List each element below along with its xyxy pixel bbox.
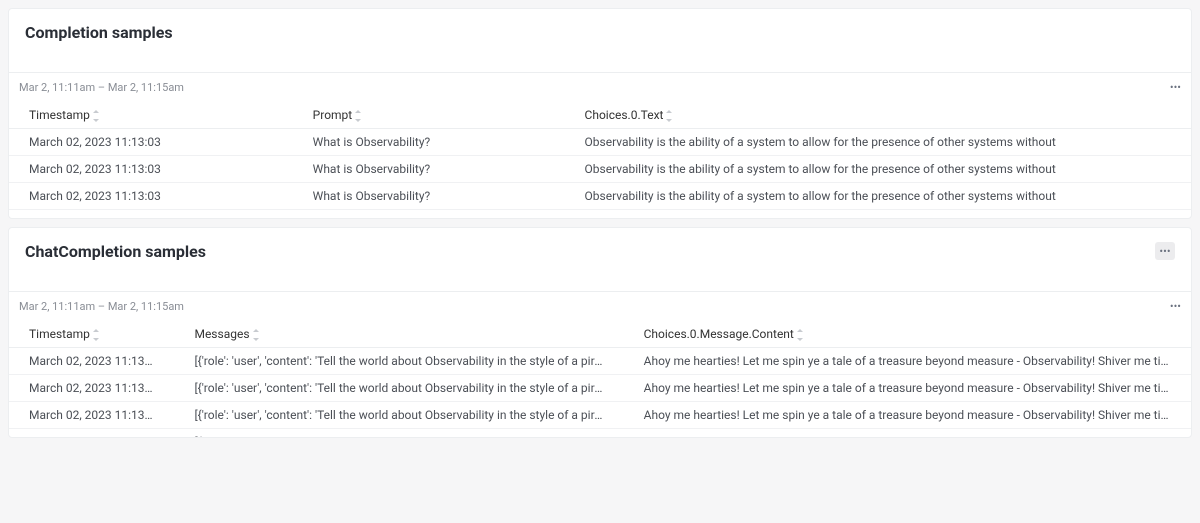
cell-messages: [{'role': 'user', 'content': 'Tell the w…	[174, 348, 623, 375]
table-row[interactable]: March 02, 2023 11:13:06 [{'role': 'user'…	[9, 375, 1191, 402]
completion-panel: Completion samples Mar 2, 11:11am – Mar …	[8, 8, 1192, 219]
chat-table-header-row: Timestamp Messages Choices.0.Message.Con…	[9, 321, 1191, 348]
cell-timestamp: March 02, 2023 11:13:03	[9, 129, 293, 156]
cell-timestamp: March 02, 2023 11:13:06	[9, 429, 174, 438]
chat-timerange: Mar 2, 11:11am – Mar 2, 11:15am	[19, 300, 184, 313]
sort-icon	[796, 330, 804, 340]
table-row[interactable]: March 02, 2023 11:13:03 What is Observab…	[9, 156, 1191, 183]
chat-col-choices-content-label: Choices.0.Message.Content	[644, 327, 794, 341]
cell-choices-content: Ahoy me hearties! Let me spin ye a tale …	[624, 402, 1191, 429]
cell-timestamp: March 02, 2023 11:13:06	[9, 402, 174, 429]
cell-choices-content: Ahoy me hearties! Let me spin ye a tale …	[624, 429, 1191, 438]
chat-panel-title: ChatCompletion samples	[25, 242, 206, 261]
cell-choices-text: Observability is the ability of a system…	[565, 129, 1191, 156]
completion-table-header-row: Timestamp Prompt Choices.0.Text	[9, 102, 1191, 129]
chat-table-wrap: Timestamp Messages Choices.0.Message.Con…	[9, 321, 1191, 437]
chat-panel-more-icon[interactable]: •••	[1155, 242, 1175, 260]
sort-icon	[252, 330, 260, 340]
chat-col-choices-content[interactable]: Choices.0.Message.Content	[624, 321, 1191, 348]
chat-panel-subheader: Mar 2, 11:11am – Mar 2, 11:15am •••	[9, 291, 1191, 321]
sort-icon	[92, 330, 100, 340]
cell-prompt: What is Observability?	[293, 183, 565, 210]
completion-table: Timestamp Prompt Choices.0.Text March 02…	[9, 102, 1191, 218]
cell-timestamp: March 02, 2023 11:13:06	[9, 375, 174, 402]
table-row[interactable]: March 02, 2023 11:13:06 [{'role': 'user'…	[9, 429, 1191, 438]
completion-panel-title: Completion samples	[25, 23, 173, 42]
chat-subheader-more-icon[interactable]: •••	[1170, 300, 1181, 313]
completion-col-prompt-label: Prompt	[313, 108, 353, 122]
chat-panel-header: ChatCompletion samples •••	[9, 228, 1191, 291]
cell-prompt: What is Observability?	[293, 210, 565, 219]
cell-timestamp: March 02, 2023 11:13:03	[9, 156, 293, 183]
completion-col-timestamp-label: Timestamp	[29, 108, 90, 122]
sort-icon	[92, 111, 100, 121]
chat-col-messages-label: Messages	[194, 327, 249, 341]
cell-choices-text: Observability is the ability of a system…	[565, 183, 1191, 210]
completion-subheader-more-icon[interactable]: •••	[1170, 81, 1181, 94]
cell-choices-text: Observability is the ability of a system…	[565, 210, 1191, 219]
cell-prompt: What is Observability?	[293, 156, 565, 183]
cell-messages: [{'role': 'user', 'content': 'Tell the w…	[174, 402, 623, 429]
cell-messages: [{'role': 'user', 'content': 'Tell the w…	[174, 375, 623, 402]
chat-col-timestamp-label: Timestamp	[29, 327, 90, 341]
chat-panel: ChatCompletion samples ••• Mar 2, 11:11a…	[8, 227, 1192, 438]
completion-table-wrap: Timestamp Prompt Choices.0.Text March 02…	[9, 102, 1191, 218]
completion-col-choices-text[interactable]: Choices.0.Text	[565, 102, 1191, 129]
completion-panel-subheader: Mar 2, 11:11am – Mar 2, 11:15am •••	[9, 72, 1191, 102]
cell-timestamp: March 02, 2023 11:13:03	[9, 183, 293, 210]
cell-choices-text: Observability is the ability of a system…	[565, 156, 1191, 183]
completion-timerange: Mar 2, 11:11am – Mar 2, 11:15am	[19, 81, 184, 94]
cell-choices-content: Ahoy me hearties! Let me spin ye a tale …	[624, 375, 1191, 402]
completion-col-timestamp[interactable]: Timestamp	[9, 102, 293, 129]
cell-timestamp: March 02, 2023 11:13:03	[9, 210, 293, 219]
table-row[interactable]: March 02, 2023 11:13:03 What is Observab…	[9, 210, 1191, 219]
completion-col-prompt[interactable]: Prompt	[293, 102, 565, 129]
sort-icon	[354, 111, 362, 121]
cell-prompt: What is Observability?	[293, 129, 565, 156]
table-row[interactable]: March 02, 2023 11:13:03 What is Observab…	[9, 183, 1191, 210]
chat-col-messages[interactable]: Messages	[174, 321, 623, 348]
cell-messages: [{'role': 'user', 'content': 'Tell the w…	[174, 429, 623, 438]
table-row[interactable]: March 02, 2023 11:13:06 [{'role': 'user'…	[9, 348, 1191, 375]
completion-col-choices-text-label: Choices.0.Text	[585, 108, 664, 122]
table-row[interactable]: March 02, 2023 11:13:06 [{'role': 'user'…	[9, 402, 1191, 429]
chat-col-timestamp[interactable]: Timestamp	[9, 321, 174, 348]
sort-icon	[665, 111, 673, 121]
cell-choices-content: Ahoy me hearties! Let me spin ye a tale …	[624, 348, 1191, 375]
cell-timestamp: March 02, 2023 11:13:06	[9, 348, 174, 375]
table-row[interactable]: March 02, 2023 11:13:03 What is Observab…	[9, 129, 1191, 156]
completion-panel-header: Completion samples	[9, 9, 1191, 72]
chat-table: Timestamp Messages Choices.0.Message.Con…	[9, 321, 1191, 437]
